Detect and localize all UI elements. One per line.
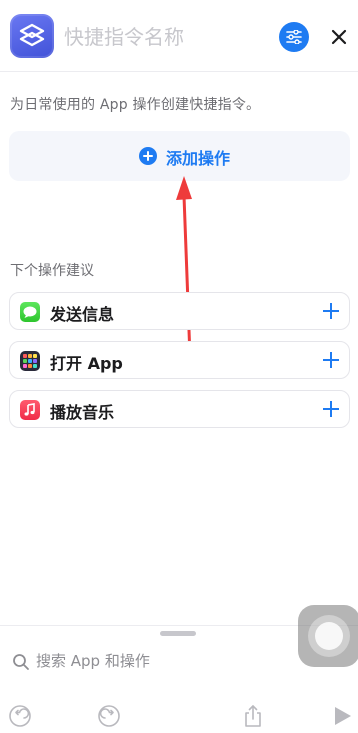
shortcuts-icon[interactable] bbox=[10, 14, 54, 58]
add-action-label: 添加操作 bbox=[166, 149, 231, 168]
settings-button[interactable] bbox=[279, 22, 309, 52]
suggestion-play-music[interactable]: 播放音乐 bbox=[9, 390, 350, 428]
redo-button[interactable] bbox=[96, 703, 122, 729]
search-icon bbox=[13, 654, 29, 670]
suggestion-send-message[interactable]: 发送信息 bbox=[9, 292, 350, 330]
music-icon bbox=[20, 400, 40, 420]
sliders-icon bbox=[286, 30, 302, 44]
messages-icon bbox=[20, 302, 40, 322]
run-button[interactable] bbox=[329, 703, 355, 729]
share-icon bbox=[245, 705, 261, 727]
add-icon[interactable] bbox=[323, 350, 339, 370]
editor-description: 为日常使用的 App 操作创建快捷指令。 bbox=[10, 97, 261, 113]
assistive-touch-button[interactable] bbox=[298, 605, 358, 667]
suggestion-label: 发送信息 bbox=[50, 305, 115, 324]
play-icon bbox=[335, 707, 351, 725]
plus-circle-icon bbox=[139, 147, 157, 165]
share-button[interactable] bbox=[240, 703, 266, 729]
search-bar[interactable] bbox=[10, 644, 300, 678]
search-input[interactable] bbox=[36, 648, 296, 674]
header-divider bbox=[0, 71, 358, 72]
suggestion-label: 播放音乐 bbox=[50, 403, 115, 422]
shortcut-name-input[interactable] bbox=[64, 20, 264, 54]
close-button[interactable] bbox=[328, 26, 350, 48]
redo-icon bbox=[98, 705, 120, 727]
open-app-icon bbox=[20, 351, 40, 371]
undo-button[interactable] bbox=[7, 703, 33, 729]
close-icon bbox=[331, 29, 347, 45]
suggestion-open-app[interactable]: 打开 App bbox=[9, 341, 350, 379]
suggestions-title: 下个操作建议 bbox=[10, 263, 94, 279]
assistive-touch-icon bbox=[308, 615, 350, 657]
editor-header bbox=[0, 0, 358, 72]
sheet-grabber[interactable] bbox=[160, 631, 196, 636]
add-icon[interactable] bbox=[323, 399, 339, 419]
add-action-button[interactable]: 添加操作 bbox=[9, 131, 350, 181]
undo-icon bbox=[9, 705, 31, 727]
add-icon[interactable] bbox=[323, 301, 339, 321]
suggestion-label: 打开 App bbox=[50, 354, 123, 373]
